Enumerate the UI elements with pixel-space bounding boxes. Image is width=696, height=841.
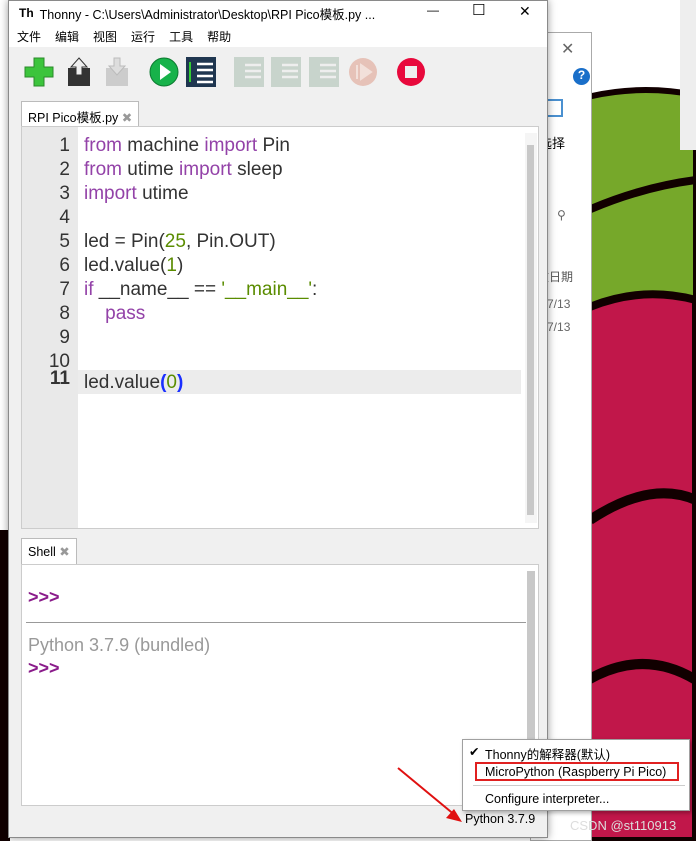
- close-icon[interactable]: ✕: [561, 39, 574, 59]
- menu-run[interactable]: 运行: [131, 28, 155, 45]
- menu-edit[interactable]: 编辑: [55, 28, 79, 45]
- close-tab-icon[interactable]: ✖: [122, 111, 132, 125]
- menu-item-thonny-interpreter[interactable]: Thonny的解释器(默认): [485, 744, 610, 763]
- step-out-icon: [309, 57, 339, 87]
- shell-prompt: >>>: [28, 587, 60, 607]
- help-icon[interactable]: ?: [573, 68, 590, 85]
- tab-label: RPI Pico模板.py: [28, 111, 119, 125]
- step-into-icon: [271, 57, 301, 87]
- close-button[interactable]: ✕: [519, 3, 531, 20]
- line-number: 9: [59, 327, 70, 348]
- code-editor[interactable]: 1 2 3 4 5 6 7 8 9 10 11 from machine imp…: [21, 126, 539, 529]
- run-icon[interactable]: [148, 56, 180, 88]
- stop-icon[interactable]: [395, 56, 427, 88]
- menu-tools[interactable]: 工具: [169, 28, 193, 45]
- window-title: Thonny - C:\Users\Administrator\Desktop\…: [39, 7, 376, 22]
- line-number-current: 11: [49, 368, 70, 389]
- code-line: led.value(0): [84, 372, 184, 393]
- resume-icon: [349, 58, 377, 86]
- download-icon: [106, 57, 128, 86]
- tab-label: Shell: [28, 545, 56, 559]
- debug-icon[interactable]: [185, 56, 217, 88]
- code-line: pass: [105, 303, 146, 324]
- check-icon: ✔: [469, 745, 480, 759]
- interpreter-menu: ✔ Thonny的解释器(默认) MicroPython (Raspberry …: [462, 739, 690, 811]
- maximize-button[interactable]: ☐: [472, 1, 485, 19]
- code-line: led.value(1): [84, 255, 184, 276]
- code-line: if __name__ == '__main__':: [84, 279, 318, 300]
- code-line: from utime import sleep: [84, 159, 283, 180]
- menu-item-micropython-pico[interactable]: MicroPython (Raspberry Pi Pico): [485, 765, 666, 779]
- menu-bar: 文件 编辑 视图 运行 工具 帮助: [9, 25, 547, 47]
- line-number: 4: [59, 207, 70, 228]
- red-arrow-annotation: [397, 767, 462, 822]
- menu-file[interactable]: 文件: [17, 28, 41, 45]
- step-over-icon: [234, 57, 264, 87]
- watermark: CSDN @st110913: [570, 818, 677, 833]
- code-line: from machine import Pin: [84, 135, 290, 156]
- line-number: 2: [59, 159, 70, 180]
- menu-item-configure-interpreter[interactable]: Configure interpreter...: [485, 792, 609, 806]
- tab-editor-file[interactable]: RPI Pico模板.py ✖: [21, 101, 140, 127]
- line-number: 8: [59, 303, 70, 324]
- menu-help[interactable]: 帮助: [207, 28, 231, 45]
- thonny-window: Th Thonny - C:\Users\Administrator\Deskt…: [8, 0, 548, 838]
- save-icon[interactable]: [63, 56, 95, 88]
- shell-info: Python 3.7.9 (bundled): [28, 635, 211, 655]
- line-number: 7: [59, 279, 70, 300]
- minimize-button[interactable]: —: [427, 3, 439, 17]
- code-line: import utime: [84, 183, 189, 204]
- new-file-icon[interactable]: [23, 56, 55, 88]
- thonny-logo-icon: Th: [19, 6, 34, 20]
- line-number: 5: [59, 231, 70, 252]
- line-number: 6: [59, 255, 70, 276]
- editor-scrollbar-thumb[interactable]: [527, 145, 534, 515]
- interpreter-selector[interactable]: Python 3.7.9: [465, 812, 535, 826]
- line-number-gutter: 1 2 3 4 5 6 7 8 9 10 11: [22, 127, 78, 528]
- close-tab-icon[interactable]: ✖: [59, 545, 69, 559]
- menu-separator: [473, 785, 685, 786]
- line-number: 1: [59, 135, 70, 156]
- search-icon[interactable]: ⚲: [557, 208, 566, 222]
- code-line: led = Pin(25, Pin.OUT): [84, 231, 276, 252]
- title-bar: Th Thonny - C:\Users\Administrator\Deskt…: [9, 1, 547, 25]
- shell-prompt: >>>: [28, 658, 60, 678]
- menu-view[interactable]: 视图: [93, 28, 117, 45]
- shell-divider: [26, 622, 526, 623]
- tab-shell[interactable]: Shell ✖: [21, 538, 77, 565]
- line-number: 3: [59, 183, 70, 204]
